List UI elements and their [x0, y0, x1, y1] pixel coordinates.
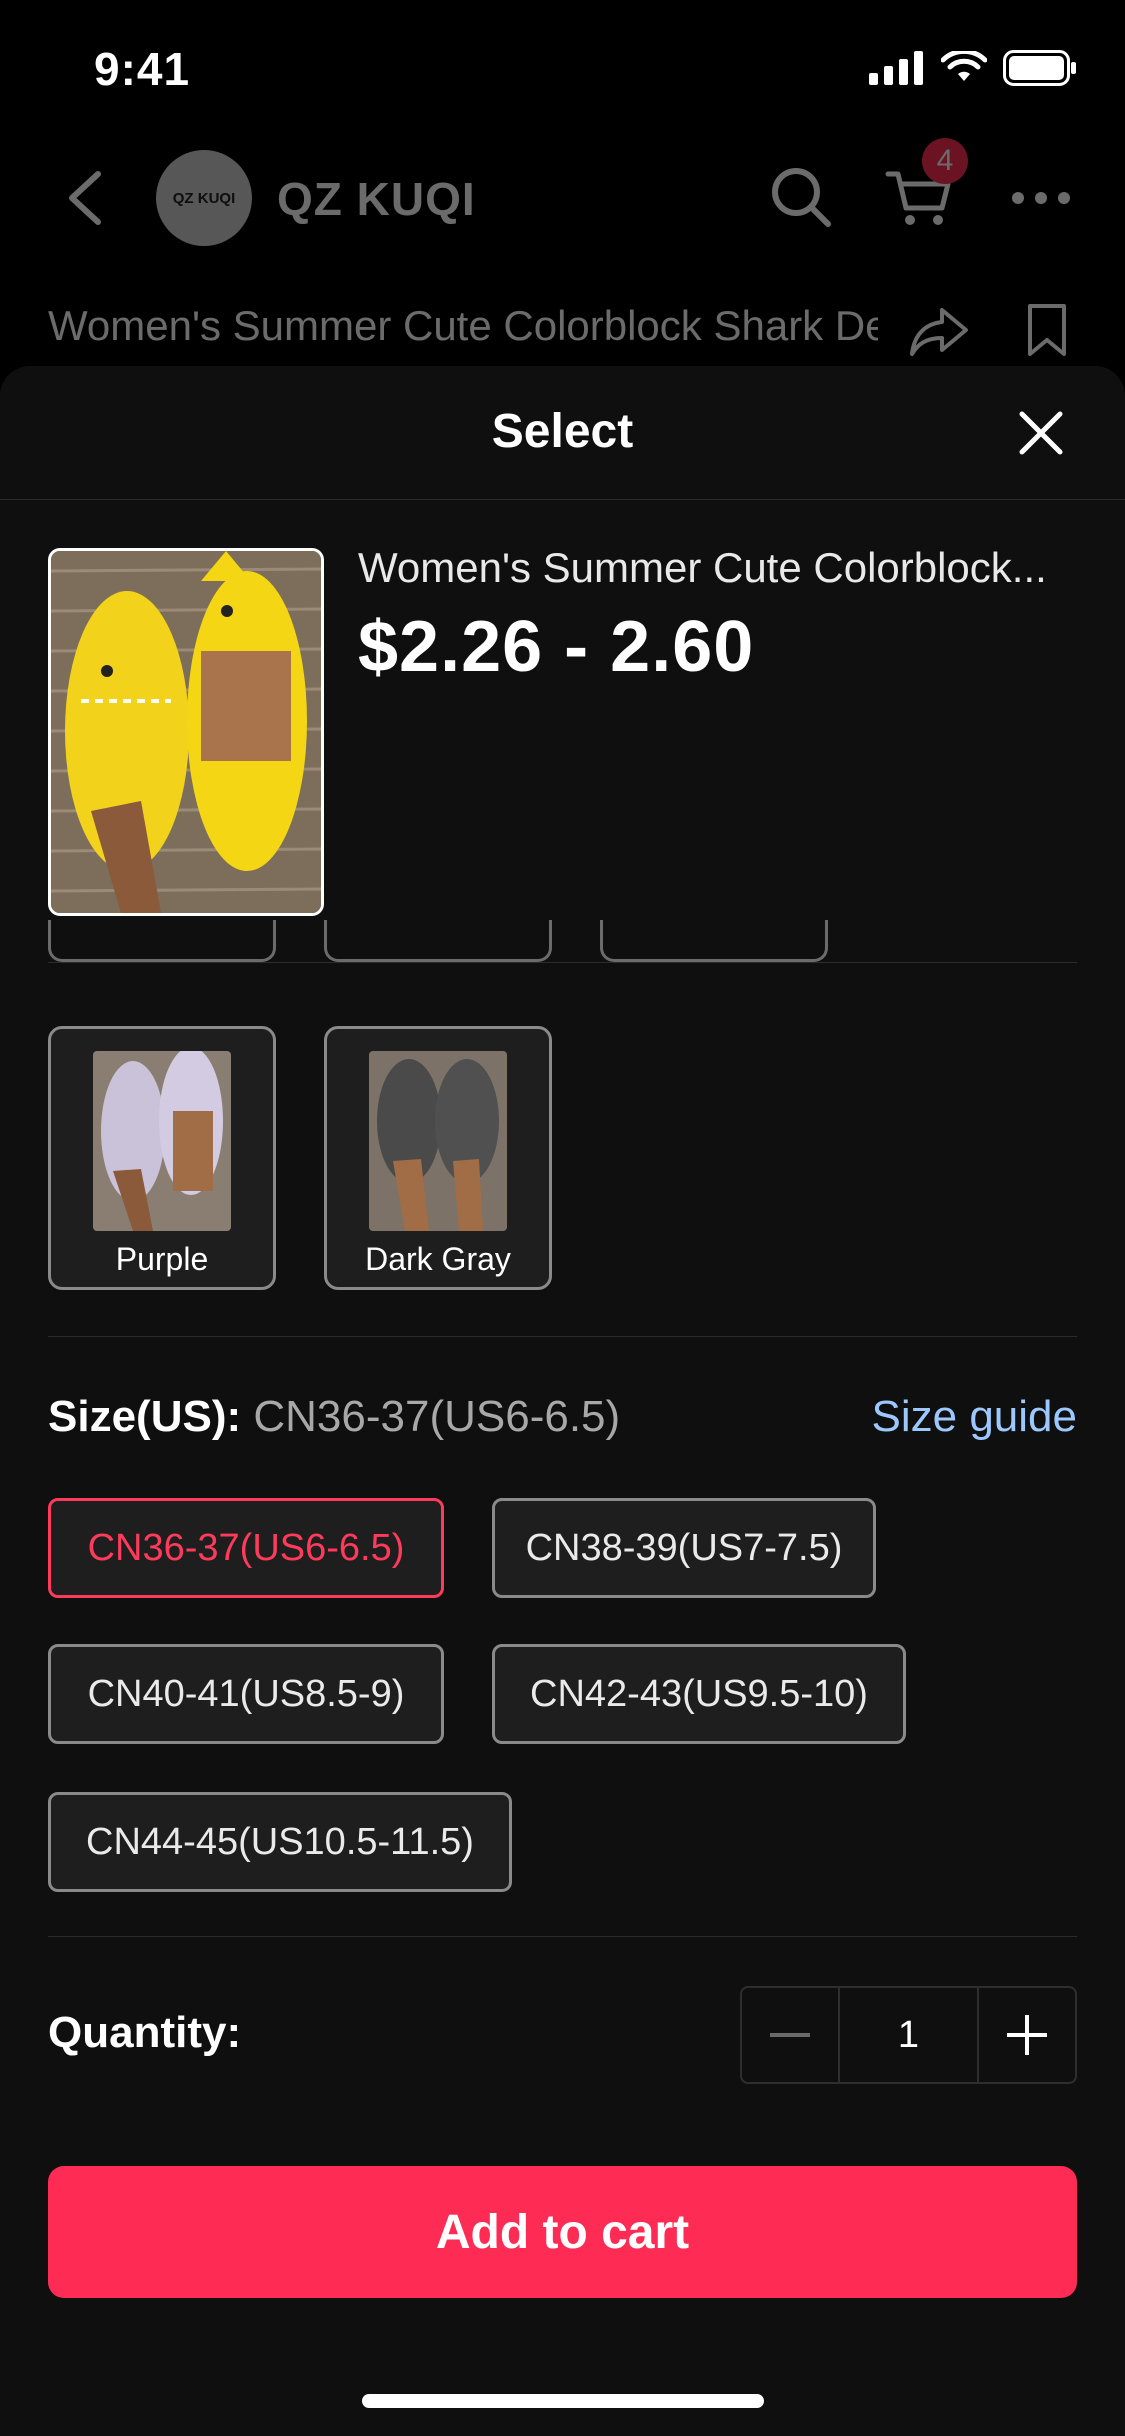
divider: [48, 1336, 1077, 1337]
back-icon[interactable]: [60, 168, 110, 228]
size-label-title: Size(US):: [48, 1392, 242, 1441]
variant-card-purple[interactable]: Purple: [48, 1026, 276, 1290]
size-option-cn38-39[interactable]: CN38-39(US7-7.5): [492, 1498, 876, 1598]
background-page: QZ KUQI QZ KUQI 4 Women's Summer Cute Co…: [0, 132, 1125, 372]
status-icons: [869, 50, 1077, 86]
product-image: [51, 551, 321, 913]
share-icon[interactable]: [908, 304, 970, 360]
select-sheet: Select Women's Summer Cute Colorblock...…: [0, 366, 1125, 2436]
product-price: $2.26 - 2.60: [358, 607, 755, 687]
variant-image: [369, 1051, 507, 1231]
signal-icon: [869, 51, 923, 85]
divider: [48, 1936, 1077, 1937]
decrement-button[interactable]: [742, 1988, 838, 2082]
status-time: 9:41: [94, 43, 191, 95]
variant-card-dark-gray[interactable]: Dark Gray: [324, 1026, 552, 1290]
status-bar: 9:41: [0, 0, 1125, 132]
increment-button[interactable]: [979, 1988, 1075, 2082]
variant-label: Purple: [115, 1241, 209, 1277]
wifi-icon: [941, 51, 987, 81]
variant-label: Dark Gray: [365, 1241, 511, 1277]
quantity-stepper: 1: [740, 1986, 1077, 2084]
size-option-cn44-45[interactable]: CN44-45(US10.5-11.5): [48, 1792, 512, 1892]
more-icon[interactable]: [1010, 190, 1072, 206]
close-icon[interactable]: [1018, 410, 1064, 456]
size-option-cn42-43[interactable]: CN42-43(US9.5-10): [492, 1644, 906, 1744]
product-title-background: Women's Summer Cute Colorblock Shark Des…: [48, 302, 878, 349]
divider: [48, 962, 1077, 963]
sheet-title: Select: [491, 405, 634, 458]
battery-icon: [1003, 50, 1076, 86]
shop-name[interactable]: QZ KUQI: [277, 172, 476, 226]
size-option-cn40-41[interactable]: CN40-41(US8.5-9): [48, 1644, 444, 1744]
cart-badge: 4: [922, 138, 968, 184]
size-label: Size(US): CN36-37(US6-6.5): [48, 1392, 620, 1442]
home-indicator: [362, 2394, 764, 2408]
variant-card-peek[interactable]: [324, 920, 552, 962]
minus-icon: [769, 2033, 810, 2037]
plus-icon: [1007, 2015, 1048, 2055]
size-option-cn36-37[interactable]: CN36-37(US6-6.5): [48, 1498, 444, 1598]
variant-image: [93, 1051, 231, 1231]
quantity-value[interactable]: 1: [837, 1988, 980, 2082]
product-thumbnail: [48, 548, 324, 916]
add-to-cart-button[interactable]: Add to cart: [48, 2166, 1077, 2298]
top-nav: QZ KUQI QZ KUQI 4: [0, 132, 1125, 262]
size-selected-value: CN36-37(US6-6.5): [253, 1392, 621, 1441]
search-icon[interactable]: [770, 166, 832, 228]
sheet-header: Select: [0, 366, 1125, 500]
size-guide-link[interactable]: Size guide: [872, 1392, 1077, 1442]
quantity-label: Quantity:: [48, 2008, 242, 2057]
variant-card-peek[interactable]: [600, 920, 828, 962]
variant-card-peek[interactable]: [48, 920, 276, 962]
bookmark-icon[interactable]: [1026, 302, 1068, 358]
product-name: Women's Summer Cute Colorblock...: [358, 544, 1047, 591]
shop-avatar[interactable]: QZ KUQI: [156, 150, 252, 246]
